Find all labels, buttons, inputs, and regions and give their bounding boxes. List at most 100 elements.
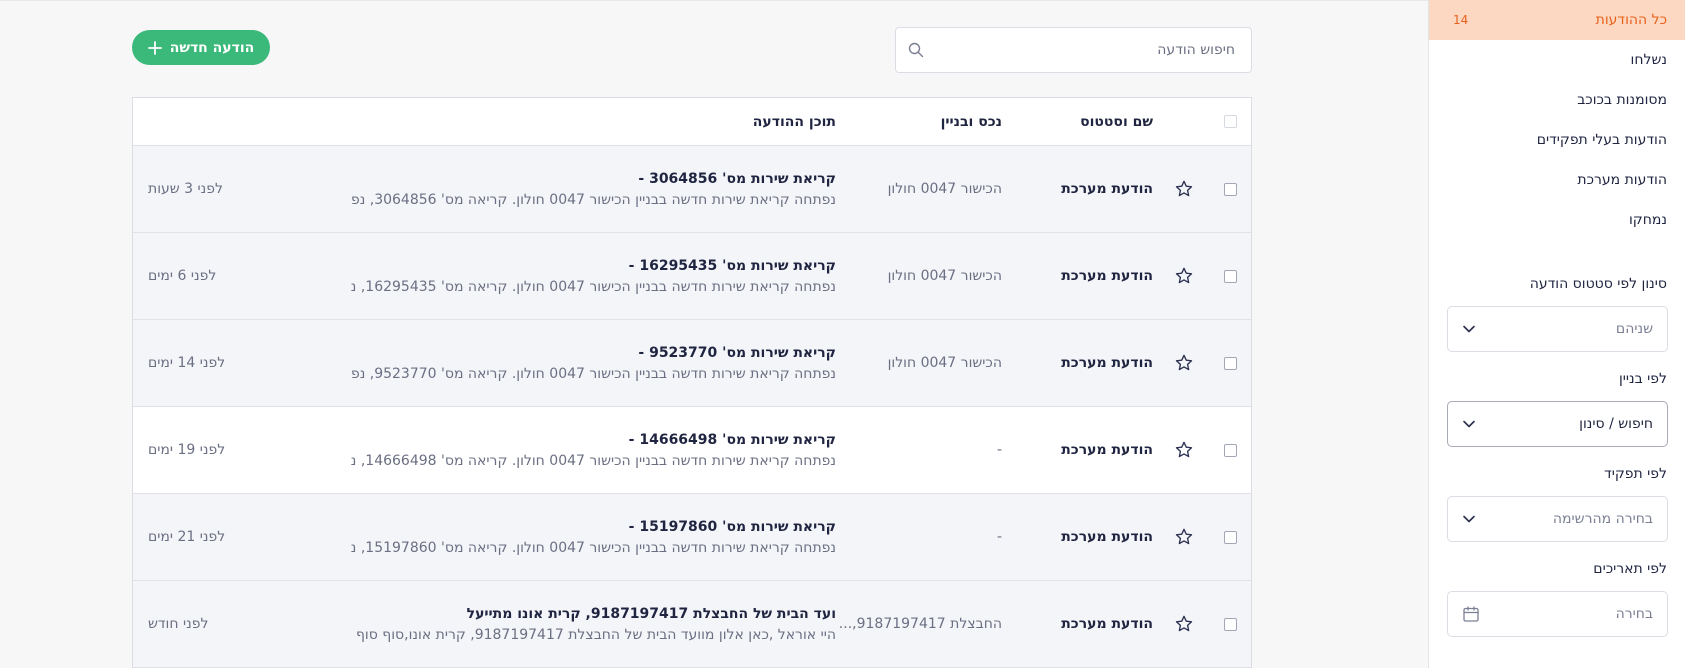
sender-name: הודעת מערכת — [1061, 529, 1153, 545]
message-preview: נפתחה קריאת שירות חדשה בבניין הכישור 004… — [350, 365, 836, 382]
message-subject: קריאת שירות מס' 16295435 - — [628, 257, 836, 274]
property-name: הכישור 0047 חולון — [887, 181, 1002, 197]
table-row[interactable]: הודעת מערכת החבצלת 9187197417,... ועד הב… — [133, 581, 1251, 668]
header-property[interactable]: נכס ובניין — [941, 98, 1002, 145]
row-checkbox[interactable] — [1223, 443, 1237, 457]
sender-name: הודעת מערכת — [1061, 181, 1153, 197]
sidebar-item-label: מסומנות בכוכב — [1577, 92, 1667, 108]
sidebar-item-sent[interactable]: נשלחו — [1429, 40, 1685, 80]
message-content: קריאת שירות מס' 9523770 - נפתחה קריאת שי… — [336, 320, 836, 406]
sidebar-item-label: נשלחו — [1630, 52, 1667, 68]
message-preview: נפתחה קריאת שירות חדשה בבניין הכישור 004… — [350, 539, 836, 556]
search-icon[interactable] — [908, 42, 924, 58]
sender-name: הודעת מערכת — [1061, 616, 1153, 632]
building-filter-value: חיפוש / סינון — [1579, 416, 1653, 432]
table-row[interactable]: הודעת מערכת הכישור 0047 חולון קריאת שירו… — [133, 146, 1251, 233]
sidebar-item-all-messages[interactable]: כל ההודעות 14 — [1429, 0, 1685, 40]
message-search — [895, 27, 1252, 73]
search-input[interactable] — [924, 28, 1235, 72]
message-time: לפני 21 ימים — [148, 529, 226, 545]
sidebar-item-label: הודעות בעלי תפקידים — [1536, 132, 1667, 148]
row-checkbox-cell — [1222, 407, 1238, 493]
header-content[interactable]: תוכן ההודעה — [336, 98, 836, 145]
table-row[interactable]: הודעת מערכת הכישור 0047 חולון קריאת שירו… — [133, 320, 1251, 407]
message-preview: נפתחה קריאת שירות חדשה בבניין הכישור 004… — [350, 278, 836, 295]
message-time: לפני 3 שעות — [148, 181, 223, 197]
unread-count-badge: 14 — [1453, 13, 1469, 27]
row-checkbox[interactable] — [1223, 269, 1237, 283]
row-checkbox-cell — [1222, 233, 1238, 319]
table-row[interactable]: הודעת מערכת - קריאת שירות מס' 15197860 -… — [133, 494, 1251, 581]
new-message-button[interactable]: הודעה חדשה — [132, 30, 270, 65]
message-time: לפני 19 ימים — [148, 442, 226, 458]
message-content: קריאת שירות מס' 16295435 - נפתחה קריאת ש… — [336, 233, 836, 319]
new-message-label: הודעה חדשה — [169, 39, 255, 56]
dates-filter-label: לפי תאריכים — [1593, 561, 1667, 577]
status-filter-label: סינון לפי סטטוס הודעה — [1529, 276, 1667, 292]
star-icon[interactable] — [1172, 407, 1196, 493]
message-content: קריאת שירות מס' 3064856 - נפתחה קריאת שי… — [336, 146, 836, 232]
status-filter-select[interactable]: שניהם — [1447, 306, 1668, 352]
dates-filter-value: בחירה — [1615, 606, 1653, 622]
row-checkbox[interactable] — [1223, 617, 1237, 631]
sidebar-item-label: כל ההודעות — [1595, 12, 1667, 28]
message-content: ועד הבית של החבצלת 9187197417, קרית אונו… — [336, 581, 836, 667]
building-filter-label: לפי בניין — [1618, 371, 1667, 387]
select-all-checkbox[interactable] — [1223, 115, 1237, 128]
message-preview: היי אוראל ,כאן אלון מוועד הבית של החבצלת… — [355, 626, 836, 643]
message-time: לפני חודש — [148, 616, 209, 632]
sender-name: הודעת מערכת — [1061, 268, 1153, 284]
chevron-down-icon — [1463, 515, 1475, 523]
role-filter-value: בחירה מהרשימה — [1552, 511, 1653, 527]
top-divider — [0, 0, 1428, 1]
row-checkbox[interactable] — [1223, 182, 1237, 196]
sender-name: הודעת מערכת — [1061, 355, 1153, 371]
sidebar-item-starred[interactable]: מסומנות בכוכב — [1429, 80, 1685, 120]
role-filter-label: לפי תפקיד — [1604, 466, 1667, 482]
star-icon[interactable] — [1172, 320, 1196, 406]
message-content: קריאת שירות מס' 14666498 - נפתחה קריאת ש… — [336, 407, 836, 493]
filters-sidebar: כל ההודעות 14 נשלחו מסומנות בכוכב הודעות… — [1428, 0, 1685, 668]
role-filter-select[interactable]: בחירה מהרשימה — [1447, 496, 1668, 542]
star-icon[interactable] — [1172, 146, 1196, 232]
property-name: - — [996, 442, 1002, 458]
plus-icon — [147, 40, 162, 55]
property-name: הכישור 0047 חולון — [887, 268, 1002, 284]
table-row[interactable]: הודעת מערכת הכישור 0047 חולון קריאת שירו… — [133, 233, 1251, 320]
row-checkbox-cell — [1222, 581, 1238, 667]
message-subject: קריאת שירות מס' 9523770 - — [638, 344, 836, 361]
dates-filter-picker[interactable]: בחירה — [1447, 591, 1668, 637]
chevron-down-icon — [1463, 420, 1475, 428]
row-checkbox[interactable] — [1223, 530, 1237, 544]
message-preview: נפתחה קריאת שירות חדשה בבניין הכישור 004… — [350, 452, 836, 469]
message-subject: קריאת שירות מס' 3064856 - — [638, 170, 836, 187]
row-checkbox[interactable] — [1223, 356, 1237, 370]
row-checkbox-cell — [1222, 320, 1238, 406]
sidebar-item-label: נמחקו — [1628, 212, 1667, 228]
message-time: לפני 14 ימים — [148, 355, 226, 371]
star-icon[interactable] — [1172, 581, 1196, 667]
message-content: קריאת שירות מס' 15197860 - נפתחה קריאת ש… — [336, 494, 836, 580]
table-row[interactable]: הודעת מערכת - קריאת שירות מס' 14666498 -… — [133, 407, 1251, 494]
sidebar-item-deleted[interactable]: נמחקו — [1429, 200, 1685, 240]
header-name-status[interactable]: שם וסטטוס — [1080, 98, 1153, 145]
header-checkbox-cell — [1222, 98, 1238, 145]
message-subject: קריאת שירות מס' 15197860 - — [628, 518, 836, 535]
calendar-icon — [1463, 606, 1479, 622]
sidebar-item-label: הודעות מערכת — [1577, 172, 1667, 188]
star-icon[interactable] — [1172, 233, 1196, 319]
property-name: החבצלת 9187197417,... — [838, 616, 1002, 632]
property-name: - — [996, 529, 1002, 545]
star-icon[interactable] — [1172, 494, 1196, 580]
building-filter-select[interactable]: חיפוש / סינון — [1447, 401, 1668, 447]
messages-table: שם וסטטוס נכס ובניין תוכן ההודעה הודעת מ… — [132, 97, 1252, 668]
status-filter-value: שניהם — [1615, 321, 1653, 337]
message-subject: קריאת שירות מס' 14666498 - — [628, 431, 836, 448]
folder-nav: כל ההודעות 14 נשלחו מסומנות בכוכב הודעות… — [1429, 0, 1685, 240]
sidebar-item-system-messages[interactable]: הודעות מערכת — [1429, 160, 1685, 200]
header-content-label: תוכן ההודעה — [752, 113, 836, 130]
sender-name: הודעת מערכת — [1061, 442, 1153, 458]
row-checkbox-cell — [1222, 494, 1238, 580]
row-checkbox-cell — [1222, 146, 1238, 232]
sidebar-item-role-messages[interactable]: הודעות בעלי תפקידים — [1429, 120, 1685, 160]
